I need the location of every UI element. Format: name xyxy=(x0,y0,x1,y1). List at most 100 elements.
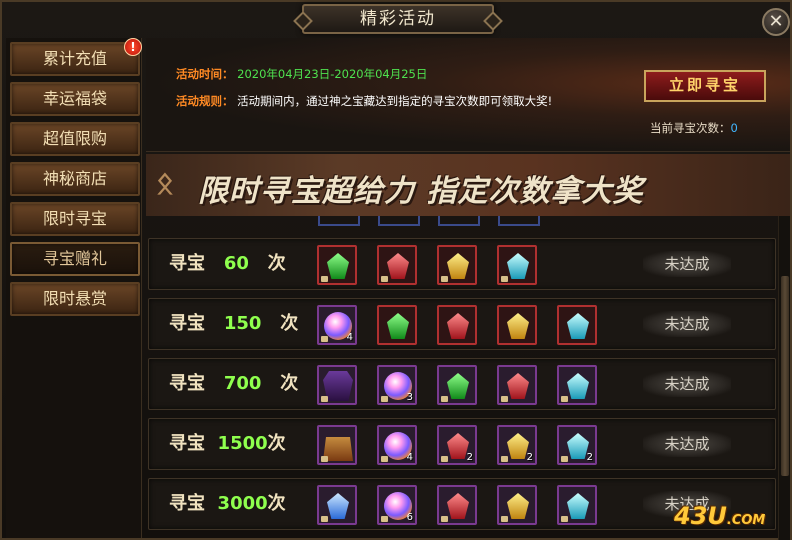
reward-row-700: 寻宝 700 次 3 未达成 xyxy=(148,358,776,410)
yellow-gem-icon xyxy=(507,313,529,339)
reward-item[interactable]: 2 xyxy=(557,425,597,465)
row-label: 寻宝 60 次 xyxy=(169,239,286,289)
sidebar-item-treasure-gift[interactable]: 寻宝赠礼 xyxy=(10,242,140,276)
treasure-count-label: 当前寻宝次数： xyxy=(650,121,731,135)
item-quantity: 2 xyxy=(466,452,473,463)
reward-item[interactable] xyxy=(557,365,597,405)
sidebar-item-value-limited[interactable]: 超值限购 xyxy=(10,122,140,156)
row-label-suffix: 次 xyxy=(267,253,286,274)
red-gem-icon xyxy=(387,253,409,279)
row-label-suffix: 次 xyxy=(280,313,299,334)
sidebar-item-cumulative-recharge[interactable]: 累计充值 xyxy=(10,42,140,76)
lock-icon xyxy=(381,276,388,282)
reward-item[interactable] xyxy=(317,245,357,285)
reward-item[interactable] xyxy=(497,485,537,525)
reward-row-150: 寻宝 150 次 4 未达成 xyxy=(148,298,776,350)
list-scrollbar[interactable] xyxy=(778,216,790,540)
reward-item[interactable]: 6 xyxy=(377,485,417,525)
rune-icon: ᛟ xyxy=(156,166,174,201)
reward-item[interactable]: 4 xyxy=(317,305,357,345)
reward-item[interactable] xyxy=(437,365,477,405)
reward-item[interactable] xyxy=(317,365,357,405)
reward-item[interactable]: 3 xyxy=(377,365,417,405)
watermark-suffix: .COM xyxy=(726,513,766,528)
reward-item[interactable] xyxy=(437,245,477,285)
reward-item[interactable] xyxy=(317,425,357,465)
reward-row-1500: 寻宝 1500次 4 2 2 2 未达成 xyxy=(148,418,776,470)
row-label-prefix: 寻宝 xyxy=(169,253,205,274)
sidebar-item-limited-bounty[interactable]: 限时悬赏 xyxy=(10,282,140,316)
row-label-prefix: 寻宝 xyxy=(169,373,205,394)
reward-item[interactable] xyxy=(497,305,537,345)
reward-item[interactable] xyxy=(437,305,477,345)
alert-badge-icon: ! xyxy=(124,38,142,56)
reward-item[interactable]: 2 xyxy=(497,425,537,465)
window-title: 精彩活动 xyxy=(302,4,494,34)
treasure-now-button[interactable]: 立即寻宝 xyxy=(644,70,766,102)
cyan-gem-icon xyxy=(567,373,589,399)
lock-icon xyxy=(501,396,508,402)
reward-item[interactable] xyxy=(377,245,417,285)
treasure-count: 当前寻宝次数：0 xyxy=(650,120,738,136)
reward-item[interactable] xyxy=(317,485,357,525)
reward-item[interactable] xyxy=(557,305,597,345)
lock-icon xyxy=(561,516,568,522)
lock-icon xyxy=(321,276,328,282)
promo-banner: ᛟ 限时寻宝超给力 指定次数拿大奖 xyxy=(146,154,790,216)
cyan-gem-icon xyxy=(567,493,589,519)
lock-icon xyxy=(381,396,388,402)
sidebar-item-lucky-bag[interactable]: 幸运福袋 xyxy=(10,82,140,116)
scroll-thumb[interactable] xyxy=(781,276,789,476)
row-label-prefix: 寻宝 xyxy=(169,313,205,334)
reward-list[interactable]: 寻宝 60 次 未达成 寻宝 150 次 4 未达成 寻宝 700 次 3 未达… xyxy=(146,216,778,540)
reward-item[interactable] xyxy=(437,485,477,525)
lock-icon xyxy=(321,456,328,462)
partial-item-icon xyxy=(498,216,540,226)
reward-item[interactable]: 4 xyxy=(377,425,417,465)
row-label-suffix: 次 xyxy=(267,433,286,454)
sidebar-item-limited-treasure[interactable]: 限时寻宝 xyxy=(10,202,140,236)
yellow-gem-icon xyxy=(507,493,529,519)
info-panel: 活动时间： 2020年04月23日-2020年04月25日 活动规则： 活动期间… xyxy=(146,38,790,152)
reward-item[interactable]: 2 xyxy=(437,425,477,465)
activity-time-row: 活动时间： 2020年04月23日-2020年04月25日 xyxy=(176,66,427,82)
activity-rule-label: 活动规则： xyxy=(176,94,234,108)
red-gem-icon xyxy=(507,373,529,399)
lock-icon xyxy=(501,516,508,522)
lock-icon xyxy=(561,456,568,462)
banner-text: 限时寻宝超给力 指定次数拿大奖 xyxy=(198,174,644,209)
row-label-suffix: 次 xyxy=(267,493,286,514)
status-badge: 未达成 xyxy=(643,431,731,457)
row-label-count: 60 xyxy=(223,253,249,274)
status-badge: 未达成 xyxy=(643,371,731,397)
reward-item[interactable] xyxy=(497,365,537,405)
activity-rule-row: 活动规则： 活动期间内，通过神之宝藏达到指定的寻宝次数即可领取大奖! xyxy=(176,93,552,109)
lock-icon xyxy=(321,336,328,342)
cyan-gem-icon xyxy=(567,313,589,339)
activity-rule-value: 活动期间内，通过神之宝藏达到指定的寻宝次数即可领取大奖! xyxy=(237,94,553,108)
lock-icon xyxy=(441,456,448,462)
reward-item[interactable] xyxy=(557,485,597,525)
red-gem-icon xyxy=(447,313,469,339)
green-gem-icon xyxy=(387,313,409,339)
green-gem-icon xyxy=(447,373,469,399)
row-label-count: 700 xyxy=(223,373,262,394)
lock-icon xyxy=(441,276,448,282)
lock-icon xyxy=(321,516,328,522)
partial-item-icon xyxy=(378,216,420,226)
item-quantity: 3 xyxy=(406,392,413,403)
status-badge: 未达成 xyxy=(643,311,731,337)
reward-item[interactable] xyxy=(377,305,417,345)
item-quantity: 6 xyxy=(406,512,413,523)
close-button[interactable]: ✕ xyxy=(762,8,790,36)
row-label-count: 1500 xyxy=(217,433,268,454)
lock-icon xyxy=(321,396,328,402)
reward-row-60: 寻宝 60 次 未达成 xyxy=(148,238,776,290)
item-quantity: 4 xyxy=(406,452,413,463)
row-label-prefix: 寻宝 xyxy=(169,433,205,454)
row-label-count: 3000 xyxy=(217,493,268,514)
sidebar-item-mystery-shop[interactable]: 神秘商店 xyxy=(10,162,140,196)
reward-item[interactable] xyxy=(497,245,537,285)
row-label-count: 150 xyxy=(223,313,262,334)
row-label: 寻宝 150 次 xyxy=(169,299,298,349)
